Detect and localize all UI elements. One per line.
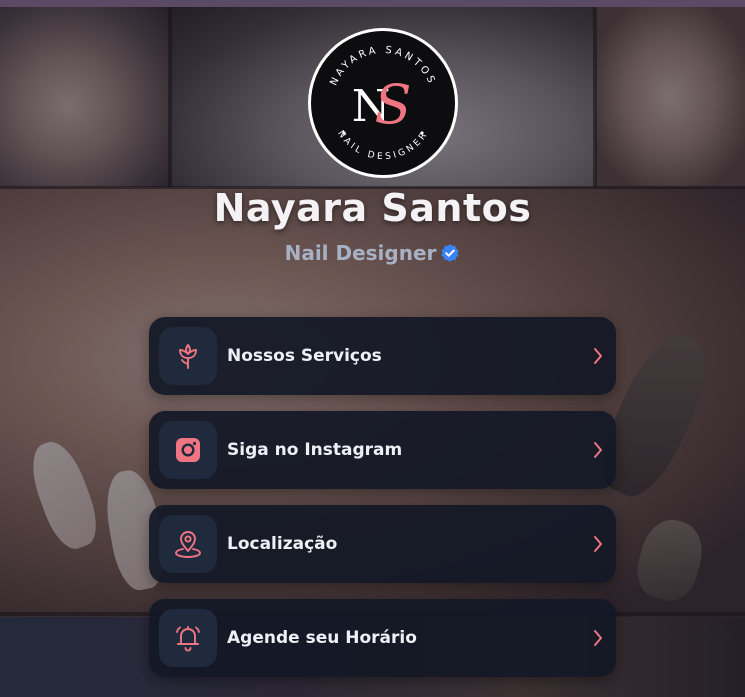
link-label: Siga no Instagram [227, 440, 403, 460]
profile-subtitle: Nail Designer [284, 241, 437, 265]
link-label: Localização [227, 534, 338, 554]
profile-logo: NAYARA SANTOS NAIL DESIGNER N S [308, 28, 458, 178]
link-label: Agende seu Horário [227, 628, 417, 648]
profile-subtitle-row: Nail Designer [0, 241, 745, 265]
link-nossos-servicos[interactable]: Nossos Serviços [149, 317, 616, 395]
link-list: Nossos Serviços Siga no Instagram Locali… [149, 317, 616, 693]
chevron-right-icon [594, 536, 602, 552]
profile-name: Nayara Santos [213, 186, 532, 230]
chevron-right-icon [594, 630, 602, 646]
link-agende-seu-horario[interactable]: Agende seu Horário [149, 599, 616, 677]
bell-icon [159, 609, 217, 667]
instagram-icon [159, 421, 217, 479]
link-localizacao[interactable]: Localização [149, 505, 616, 583]
link-siga-no-instagram[interactable]: Siga no Instagram [149, 411, 616, 489]
map-pin-icon [159, 515, 217, 573]
top-bar [0, 0, 745, 7]
verified-badge-icon [440, 243, 460, 263]
chevron-right-icon [594, 348, 602, 364]
flower-icon [159, 327, 217, 385]
svg-text:S: S [375, 73, 412, 136]
link-label: Nossos Serviços [227, 346, 382, 366]
chevron-right-icon [594, 442, 602, 458]
